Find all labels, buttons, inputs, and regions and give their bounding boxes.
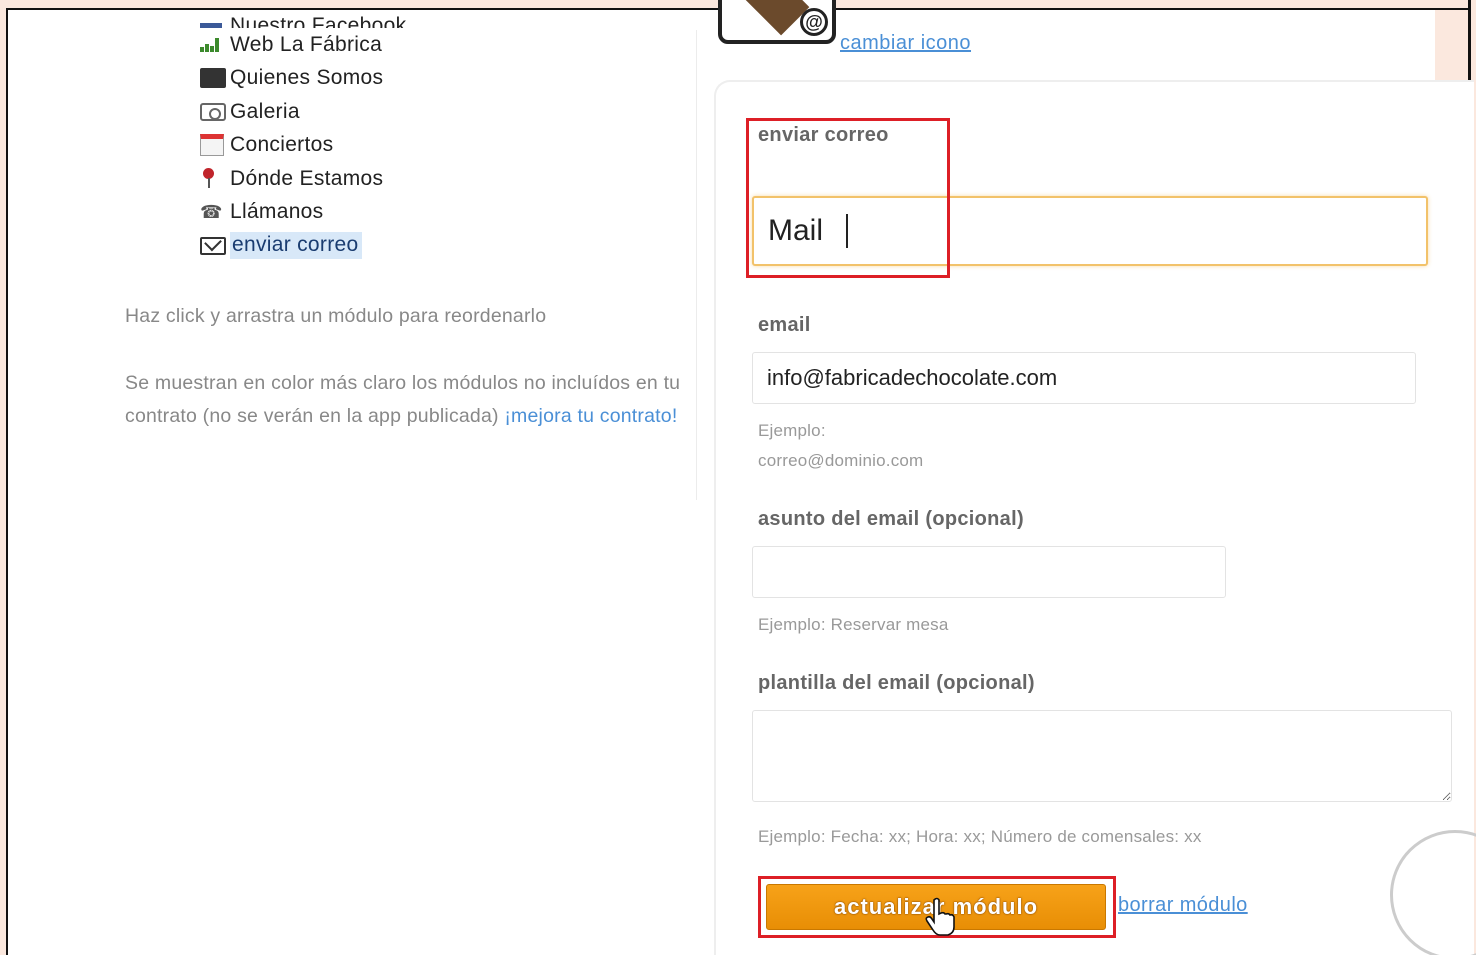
module-item-quienes-somos[interactable]: Quienes Somos — [200, 62, 406, 96]
people-icon — [200, 66, 230, 90]
phone-icon: ☎ — [200, 201, 223, 222]
subject-field-label: asunto del email (opcional) — [758, 508, 1024, 530]
email-hint-example: correo@dominio.com — [758, 451, 924, 470]
envelope-icon — [738, 0, 810, 36]
contract-hint: Se muestran en color más claro los módul… — [125, 367, 685, 434]
module-item-label: Quienes Somos — [230, 66, 384, 90]
module-item-llamanos[interactable]: ☎ Llámanos — [200, 196, 406, 230]
email-hint-prefix: Ejemplo: — [758, 421, 826, 440]
upgrade-contract-link[interactable]: ¡mejora tu contrato! — [504, 405, 677, 427]
template-textarea[interactable] — [752, 710, 1452, 802]
module-item-label: Llámanos — [230, 200, 324, 224]
module-item-donde-estamos[interactable]: Dónde Estamos — [200, 162, 406, 196]
change-icon-link[interactable]: cambiar icono — [840, 32, 971, 55]
calendar-icon — [200, 133, 230, 157]
facebook-icon — [200, 10, 230, 28]
subject-hint: Ejemplo: Reservar mesa — [758, 615, 949, 634]
delete-module-link[interactable]: borrar módulo — [1118, 894, 1248, 917]
module-icon-preview: @ — [718, 0, 836, 44]
template-field-label: plantilla del email (opcional) — [758, 672, 1035, 694]
module-item-label: Galeria — [230, 99, 300, 123]
chart-icon — [200, 33, 230, 57]
map-pin-icon — [200, 167, 230, 191]
at-sign-icon: @ — [800, 8, 828, 36]
subject-input[interactable] — [752, 546, 1226, 598]
module-item-label: Conciertos — [230, 133, 334, 157]
help-text: Haz click y arrastra un módulo para reor… — [125, 300, 685, 467]
email-field[interactable] — [752, 352, 1416, 404]
module-item-label: Web La Fábrica — [230, 32, 383, 56]
template-hint: Ejemplo: Fecha: xx; Hora: xx; Número de … — [758, 827, 1202, 846]
reorder-hint: Haz click y arrastra un módulo para reor… — [125, 305, 547, 327]
email-field-label: email — [758, 314, 811, 336]
camera-icon — [200, 100, 230, 124]
module-item-label: Nuestro Facebook — [230, 14, 407, 28]
module-item-label: enviar correo — [230, 232, 363, 260]
module-list: Nuestro Facebook Web La Fábrica Quienes … — [200, 10, 407, 263]
hand-cursor-icon — [925, 897, 955, 936]
module-item-galeria[interactable]: Galeria — [200, 95, 406, 129]
module-item-facebook[interactable]: Nuestro Facebook — [200, 10, 407, 28]
column-divider — [696, 30, 697, 500]
module-item-label: Dónde Estamos — [230, 166, 384, 190]
mail-icon — [200, 234, 230, 258]
module-item-web-la-fabrica[interactable]: Web La Fábrica — [200, 28, 406, 62]
module-item-enviar-correo[interactable]: enviar correo — [200, 229, 406, 263]
module-item-conciertos[interactable]: Conciertos — [200, 129, 406, 163]
annotation-highlight-title — [746, 118, 950, 278]
